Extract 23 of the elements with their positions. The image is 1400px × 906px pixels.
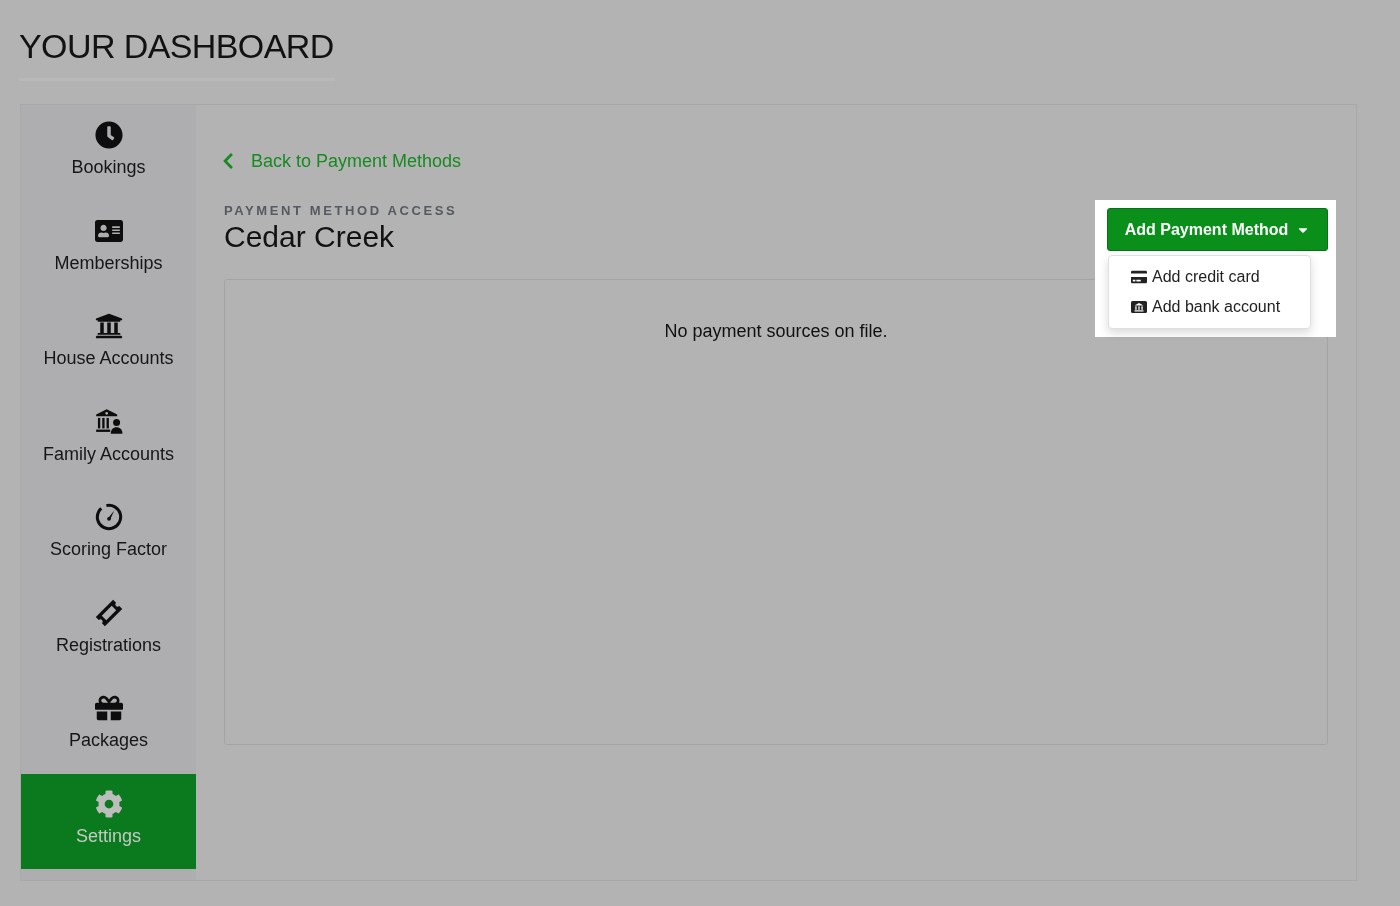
section-eyebrow: PAYMENT METHOD ACCESS: [224, 203, 458, 219]
sidebar-item[interactable]: Scoring Factor: [21, 487, 196, 583]
clock-icon: [94, 121, 123, 149]
menu-item[interactable]: Add credit card: [1109, 262, 1310, 292]
bank-card-icon: [1131, 301, 1147, 313]
settings-icon: [94, 789, 123, 818]
sidebar-item[interactable]: House Accounts: [21, 296, 196, 392]
menu-item[interactable]: Add bank account: [1109, 292, 1310, 322]
sidebar-item[interactable]: Packages: [21, 678, 196, 774]
sidebar-item[interactable]: Bookings: [21, 105, 196, 201]
bank-icon: [94, 312, 123, 340]
sidebar-item[interactable]: Registrations: [21, 582, 196, 678]
gauge-icon: [94, 503, 123, 531]
gift-icon: [94, 694, 123, 722]
bank-person-icon: [94, 407, 123, 436]
ticket-icon: [94, 598, 123, 627]
sidebar-item[interactable]: Memberships: [21, 200, 196, 296]
empty-message: No payment sources on file.: [664, 320, 888, 343]
credit-card-icon: [1131, 269, 1147, 285]
add-payment-method-button[interactable]: Add Payment Method: [1107, 208, 1328, 251]
sidebar-item[interactable]: Family Accounts: [21, 391, 196, 487]
page-heading: Cedar Creek: [224, 219, 396, 255]
page-title: YOUR DASHBOARD: [19, 26, 335, 81]
